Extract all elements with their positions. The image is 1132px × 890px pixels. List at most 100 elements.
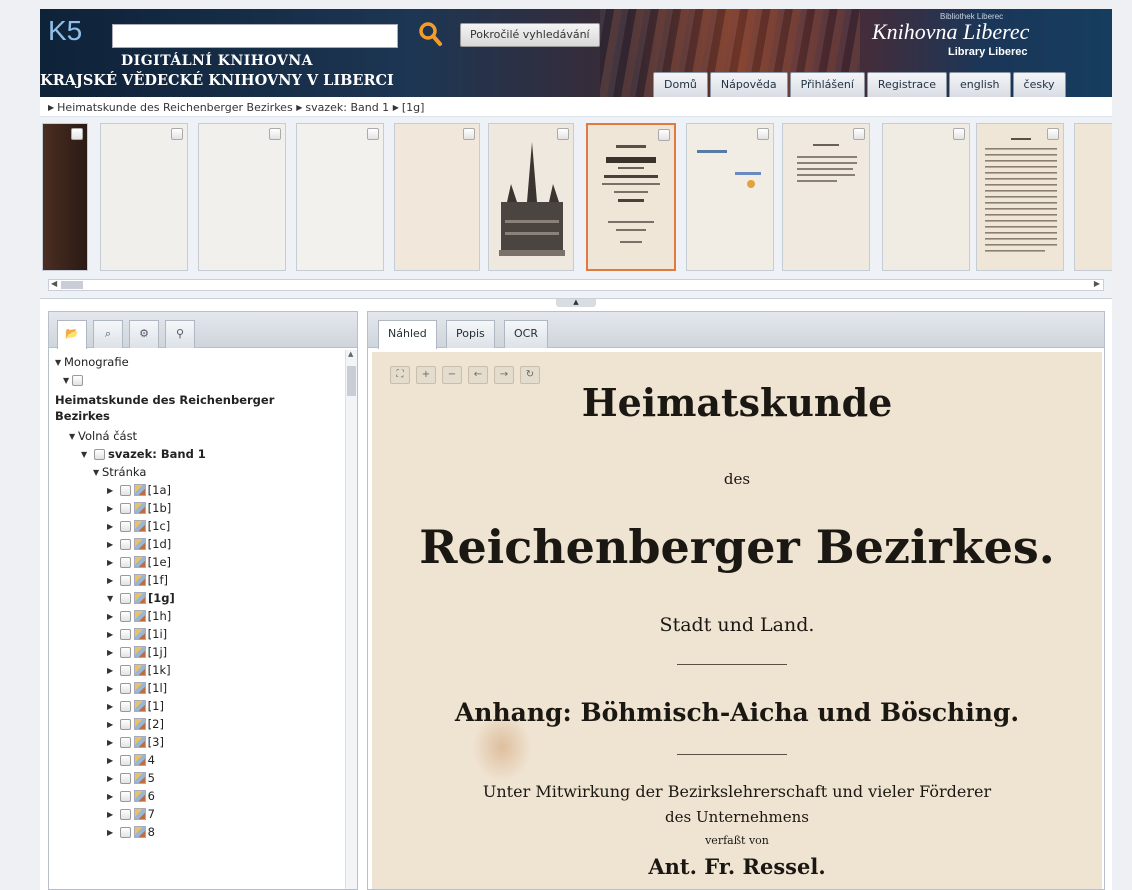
- expand-icon[interactable]: ▶: [107, 501, 116, 517]
- collapse-icon[interactable]: ▼: [69, 429, 78, 445]
- tree-checkbox[interactable]: [119, 611, 131, 622]
- collapse-icon[interactable]: ▼: [93, 465, 102, 481]
- tree-node-item[interactable]: ▼: [63, 372, 86, 390]
- tree-checkbox[interactable]: [119, 827, 131, 838]
- tree-page-item[interactable]: ▶ [1j]: [107, 644, 167, 662]
- thumbnail-page[interactable]: [976, 123, 1064, 271]
- scrollbar-thumb[interactable]: [61, 281, 83, 289]
- tree-page-item[interactable]: ▶ [1h]: [107, 608, 171, 626]
- thumbnail-checkbox[interactable]: [557, 128, 569, 140]
- tree-node-title[interactable]: Heimatskunde des Reichenberger Bezirkes: [55, 392, 315, 424]
- tree-page-item[interactable]: ▶ 4: [107, 752, 155, 770]
- tree-checkbox[interactable]: [72, 375, 83, 386]
- thumbnail-cover[interactable]: [42, 123, 88, 271]
- thumbnail-page[interactable]: [686, 123, 774, 271]
- tree-page-item[interactable]: ▶ [1]: [107, 698, 164, 716]
- tree-node-volume[interactable]: ▼ svazek: Band 1: [81, 446, 206, 464]
- tree-page-item[interactable]: ▶ [1d]: [107, 536, 171, 554]
- thumbnail-scrollbar[interactable]: ◀ ▶: [48, 279, 1104, 291]
- tree-checkbox[interactable]: [119, 791, 131, 802]
- expand-icon[interactable]: ▶: [107, 789, 116, 805]
- thumbnail-page[interactable]: [782, 123, 870, 271]
- tree-page-item[interactable]: ▶ [1a]: [107, 482, 171, 500]
- tree-checkbox[interactable]: [119, 719, 131, 730]
- tree-checkbox[interactable]: [119, 539, 131, 550]
- tree-page-item[interactable]: ▶ [1l]: [107, 680, 167, 698]
- thumbnail-page[interactable]: [882, 123, 970, 271]
- thumbnail-checkbox[interactable]: [269, 128, 281, 140]
- thumbnail-page[interactable]: [296, 123, 384, 271]
- nav-czech[interactable]: česky: [1012, 72, 1066, 97]
- thumbnail-page-selected[interactable]: [586, 123, 676, 271]
- expand-icon[interactable]: ▶: [107, 627, 116, 643]
- tree-checkbox[interactable]: [119, 521, 131, 532]
- tree-checkbox[interactable]: [119, 755, 131, 766]
- tab-structure[interactable]: 📂: [57, 320, 87, 349]
- collapse-strip-handle[interactable]: ▲: [556, 299, 596, 307]
- thumbnail-checkbox[interactable]: [757, 128, 769, 140]
- expand-icon[interactable]: ▶: [107, 537, 116, 553]
- tab-location[interactable]: ⚲: [165, 320, 195, 348]
- tree-page-item[interactable]: ▶ 8: [107, 824, 155, 842]
- tree-checkbox[interactable]: [119, 665, 131, 676]
- thumbnail-page[interactable]: [100, 123, 188, 271]
- tree-checkbox[interactable]: [119, 683, 131, 694]
- tree-checkbox[interactable]: [119, 809, 131, 820]
- expand-icon[interactable]: ▶: [107, 699, 116, 715]
- tree-checkbox[interactable]: [119, 701, 131, 712]
- tree-checkbox[interactable]: [119, 485, 131, 496]
- tree-checkbox[interactable]: [119, 503, 131, 514]
- collapse-icon[interactable]: ▼: [55, 355, 64, 371]
- tree-checkbox[interactable]: [119, 629, 131, 640]
- tree-page-item[interactable]: ▶ [1b]: [107, 500, 171, 518]
- tree-page-item[interactable]: ▶ [1i]: [107, 626, 167, 644]
- expand-icon[interactable]: ▶: [107, 681, 116, 697]
- tree-checkbox[interactable]: [119, 647, 131, 658]
- tab-ocr[interactable]: OCR: [504, 320, 548, 348]
- tree-page-item[interactable]: ▶ [1e]: [107, 554, 171, 572]
- search-button[interactable]: [416, 19, 444, 49]
- thumbnail-checkbox[interactable]: [367, 128, 379, 140]
- scroll-up-icon[interactable]: ▲: [348, 350, 353, 358]
- expand-icon[interactable]: ▶: [107, 663, 116, 679]
- breadcrumb-item-volume[interactable]: svazek: Band 1: [305, 101, 389, 114]
- expand-icon[interactable]: ▶: [107, 771, 116, 787]
- nav-login[interactable]: Přihlášení: [789, 72, 865, 97]
- tab-description[interactable]: Popis: [446, 320, 495, 348]
- tab-settings[interactable]: ⚙: [129, 320, 159, 348]
- thumbnail-checkbox[interactable]: [171, 128, 183, 140]
- thumbnail-checkbox[interactable]: [658, 129, 670, 141]
- breadcrumb-item-title[interactable]: Heimatskunde des Reichenberger Bezirkes: [57, 101, 293, 114]
- expand-icon[interactable]: ▶: [107, 717, 116, 733]
- nav-help[interactable]: Nápověda: [709, 72, 788, 97]
- thumbnail-page-partial[interactable]: [1074, 123, 1112, 271]
- nav-english[interactable]: english: [948, 72, 1011, 97]
- expand-icon[interactable]: ▶: [107, 573, 116, 589]
- tree-page-item[interactable]: ▶ [2]: [107, 716, 164, 734]
- tab-preview[interactable]: Náhled: [378, 320, 437, 349]
- tree-checkbox[interactable]: [119, 575, 131, 586]
- breadcrumb-item-page[interactable]: [1g]: [402, 101, 425, 114]
- tab-search[interactable]: ⌕: [93, 320, 123, 348]
- tree-page-item[interactable]: ▶ [1c]: [107, 518, 170, 536]
- expand-icon[interactable]: ▶: [107, 483, 116, 499]
- expand-icon[interactable]: ▶: [107, 753, 116, 769]
- tree-node-pages[interactable]: ▼ Stránka: [93, 464, 146, 482]
- tree-checkbox[interactable]: [119, 737, 131, 748]
- expand-icon[interactable]: ▶: [107, 519, 116, 535]
- tree-page-item[interactable]: ▶ [1f]: [107, 572, 168, 590]
- tree-page-item[interactable]: ▶ 6: [107, 788, 155, 806]
- tree-checkbox[interactable]: [120, 593, 132, 604]
- tree-checkbox[interactable]: [119, 557, 131, 568]
- scroll-right-icon[interactable]: ▶: [1094, 279, 1100, 288]
- tree-checkbox[interactable]: [119, 773, 131, 784]
- nav-home[interactable]: Domů: [653, 72, 708, 97]
- tree-page-item-selected[interactable]: ▼ [1g]: [107, 590, 175, 608]
- expand-icon[interactable]: ▶: [107, 825, 116, 841]
- expand-icon[interactable]: ▶: [107, 555, 116, 571]
- tree-page-item[interactable]: ▶ [3]: [107, 734, 164, 752]
- thumbnail-page[interactable]: [198, 123, 286, 271]
- page-viewer[interactable]: ⛶ + − ← → ↻ Heimatskunde des Reichenberg…: [372, 352, 1102, 889]
- tree-scrollbar[interactable]: ▲: [345, 350, 357, 889]
- expand-icon[interactable]: ▶: [107, 609, 116, 625]
